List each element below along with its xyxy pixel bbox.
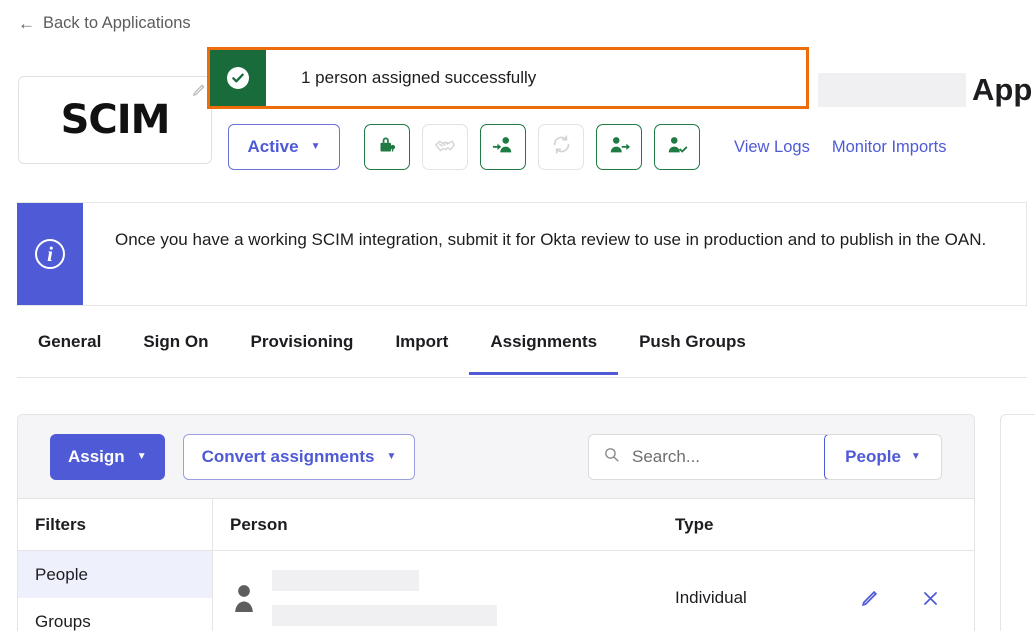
info-icon: i: [35, 239, 65, 269]
filters-sidebar: Filters People Groups: [18, 499, 213, 631]
page-title-suffix: App: [972, 72, 1033, 107]
search-field[interactable]: [589, 435, 824, 479]
user-check-icon-button[interactable]: [654, 124, 700, 170]
info-banner: i Once you have a working SCIM integrati…: [17, 202, 1027, 306]
search-input[interactable]: [632, 446, 824, 467]
tab-sign-on[interactable]: Sign On: [122, 330, 229, 373]
assignments-table: Person Type Individual: [213, 499, 974, 631]
chevron-down-icon: ▼: [310, 141, 321, 152]
app-toolbar: Active ▼ View Logs Monitor Imports: [228, 124, 946, 170]
convert-assignments-button[interactable]: Convert assignments ▼: [182, 433, 416, 480]
info-banner-accent: i: [17, 203, 83, 305]
filter-item-people[interactable]: People: [18, 551, 212, 598]
lock-key-icon: [377, 134, 398, 160]
info-banner-text: Once you have a working SCIM integration…: [115, 230, 987, 249]
column-header-type: Type: [675, 514, 714, 534]
app-logo-text: SCIM: [60, 97, 171, 143]
toast-icon-area: [210, 50, 266, 106]
user-provision-icon: [608, 134, 630, 161]
app-status-dropdown[interactable]: Active ▼: [228, 124, 340, 170]
assignment-type: Individual: [675, 588, 747, 607]
assign-button[interactable]: Assign ▼: [50, 433, 165, 480]
toast-message: 1 person assigned successfully: [301, 68, 537, 87]
tab-import[interactable]: Import: [374, 330, 469, 373]
assignments-body: Filters People Groups Person Type Indivi…: [18, 499, 974, 631]
tab-assignments[interactable]: Assignments: [469, 330, 618, 375]
app-action-icon-group: [364, 124, 700, 170]
refresh-icon-button: [538, 124, 584, 170]
column-header-person: Person: [230, 514, 288, 534]
redacted-app-name: [818, 73, 966, 107]
remove-icon[interactable]: [921, 589, 940, 608]
handshake-icon-button: [422, 124, 468, 170]
view-logs-link[interactable]: View Logs: [734, 138, 810, 157]
row-actions: [860, 589, 974, 608]
back-to-applications-link[interactable]: ← Back to Applications: [18, 14, 191, 33]
redacted-person-email: [272, 605, 497, 626]
check-circle-icon: [227, 67, 249, 89]
redacted-person-name: [272, 570, 419, 591]
tab-push-groups[interactable]: Push Groups: [618, 330, 767, 373]
app-tabs: General Sign On Provisioning Import Assi…: [17, 330, 1027, 378]
table-row[interactable]: Individual: [213, 551, 974, 631]
person-avatar-icon: [230, 581, 258, 615]
assignments-panel: Assign ▼ Convert assignments ▼ People ▼: [17, 414, 975, 631]
refresh-icon: [551, 134, 572, 160]
search-scope-label: People: [845, 446, 901, 466]
user-check-icon: [666, 134, 688, 161]
user-provision-icon-button[interactable]: [596, 124, 642, 170]
monitor-imports-link[interactable]: Monitor Imports: [832, 138, 947, 157]
tab-provisioning[interactable]: Provisioning: [229, 330, 374, 373]
convert-assignments-label: Convert assignments: [201, 446, 375, 466]
assignments-toolbar: Assign ▼ Convert assignments ▼ People ▼: [18, 415, 974, 499]
right-side-panel: [1000, 414, 1035, 631]
filters-header: Filters: [18, 499, 212, 551]
success-toast: 1 person assigned successfully: [207, 47, 809, 109]
page-title: App: [818, 72, 1032, 108]
table-header-row: Person Type: [213, 499, 974, 551]
handshake-icon: [434, 134, 456, 161]
search-container: People ▼: [588, 433, 942, 480]
user-import-icon-button[interactable]: [480, 124, 526, 170]
chevron-down-icon: ▼: [910, 450, 921, 462]
chevron-down-icon: ▼: [386, 450, 397, 462]
person-redacted-info: [272, 570, 497, 626]
assign-button-label: Assign: [68, 446, 125, 466]
app-status-label: Active: [247, 137, 299, 156]
filter-item-groups[interactable]: Groups: [18, 598, 212, 631]
arrow-left-icon: ←: [18, 14, 35, 33]
back-link-label: Back to Applications: [43, 14, 191, 32]
search-icon: [603, 446, 620, 468]
header-links: View Logs Monitor Imports: [734, 138, 946, 157]
chevron-down-icon: ▼: [136, 450, 147, 462]
app-logo[interactable]: SCIM: [18, 76, 212, 164]
tab-general[interactable]: General: [17, 330, 122, 373]
user-import-icon: [492, 134, 514, 161]
search-scope-dropdown[interactable]: People ▼: [824, 434, 941, 479]
lock-key-icon-button[interactable]: [364, 124, 410, 170]
edit-icon[interactable]: [860, 589, 879, 608]
person-cell: [213, 570, 675, 626]
